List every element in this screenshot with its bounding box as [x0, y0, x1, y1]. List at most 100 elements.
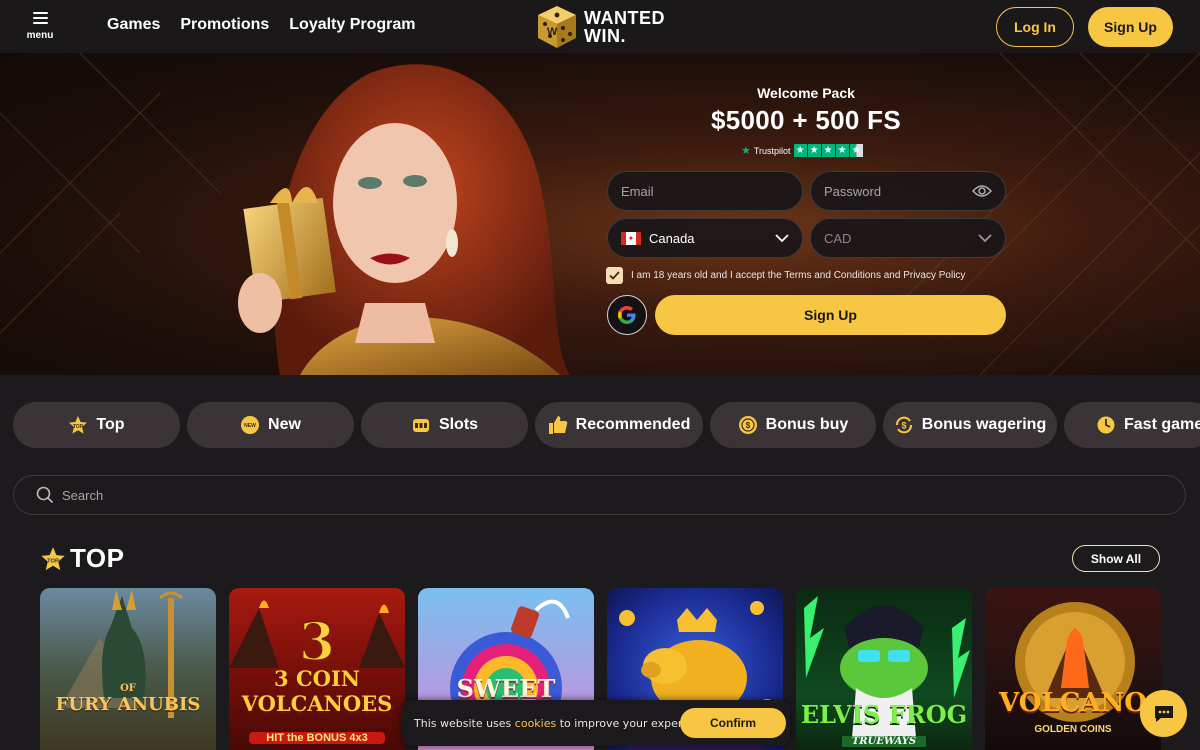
canada-flag-icon: ✦ — [621, 231, 641, 245]
star-icon: ★ — [793, 144, 807, 157]
google-signin-button[interactable] — [607, 295, 647, 335]
search-icon — [36, 486, 54, 504]
wagering-icon: $ — [894, 415, 914, 435]
menu-button[interactable]: menu — [22, 10, 58, 44]
category-new[interactable]: NEW New — [187, 402, 354, 448]
game-subtitle: TRUEWAYS — [842, 736, 926, 747]
category-label: New — [268, 416, 301, 433]
logo[interactable]: W WANTED WIN. — [536, 4, 665, 50]
currency-value: CAD — [824, 230, 852, 246]
category-pills: TOP Top NEW New Slots Recommended $ Bonu… — [13, 402, 1200, 448]
half-star-icon: ★ — [849, 144, 863, 157]
chevron-down-icon — [978, 234, 992, 242]
password-placeholder: Password — [824, 183, 882, 199]
game-title-text: FURY ANUBIS — [55, 694, 201, 715]
chat-button[interactable] — [1140, 690, 1187, 737]
trustpilot-stars: ★ ★ ★ ★ ★ — [793, 144, 863, 157]
email-placeholder: Email — [621, 183, 654, 199]
nav-promotions[interactable]: Promotions — [180, 16, 269, 34]
hero-background-pattern — [0, 53, 1200, 375]
terms-row: I am 18 years old and I accept the Terms… — [606, 267, 965, 284]
nav-games[interactable]: Games — [107, 16, 160, 34]
trustpilot-label: Trustpilot — [753, 145, 791, 156]
clock-icon — [1096, 415, 1116, 435]
country-value: Canada — [649, 230, 695, 246]
chat-bubble-icon — [1154, 705, 1173, 722]
category-slots[interactable]: Slots — [361, 402, 528, 448]
page: menu Games Promotions Loyalty Program W … — [0, 0, 1200, 750]
star-icon: ★ — [807, 144, 821, 157]
currency-select[interactable]: CAD — [810, 218, 1006, 258]
game-subtitle: GOLDEN COINS — [1034, 724, 1112, 735]
email-field[interactable]: Email — [607, 171, 803, 211]
section-title-top: TOP TOP — [40, 543, 124, 574]
welcome-pack-amount: $5000 + 500 FS — [711, 105, 901, 135]
category-bonus-wagering[interactable]: $ Bonus wagering — [883, 402, 1057, 448]
svg-text:W: W — [547, 26, 558, 38]
top-badge-icon: TOP — [41, 546, 65, 570]
search-input[interactable]: Search — [13, 475, 1186, 515]
game-card[interactable]: VOLCANO GOLDEN COINS — [985, 588, 1161, 750]
cookie-text-before: This website uses — [414, 716, 515, 730]
cookie-confirm-button[interactable]: Confirm — [680, 708, 786, 738]
cookie-text: This website uses cookies to improve you… — [414, 717, 716, 730]
game-title-text: 3 COIN VOLCANOES — [241, 666, 393, 716]
hero-signup-button[interactable]: Sign Up — [655, 295, 1006, 335]
thumbs-up-icon — [548, 415, 568, 435]
category-label: Recommended — [575, 416, 691, 433]
category-fast-games[interactable]: Fast games — [1064, 402, 1200, 448]
new-icon: NEW — [240, 415, 260, 435]
header-signup-button[interactable]: Sign Up — [1088, 7, 1173, 47]
svg-text:3: 3 — [299, 612, 335, 673]
show-all-button[interactable]: Show All — [1072, 545, 1160, 572]
game-subtitle: HIT the BONUS 4x3 — [249, 732, 385, 744]
cookie-banner: This website uses cookies to improve you… — [402, 700, 790, 746]
main-nav: Games Promotions Loyalty Program — [107, 16, 416, 34]
search-placeholder: Search — [62, 487, 104, 503]
hero-banner: Welcome Pack $5000 + 500 FS ★ Trustpilot… — [0, 53, 1200, 375]
eye-icon[interactable] — [972, 184, 992, 198]
category-label: Bonus wagering — [921, 416, 1047, 433]
terms-checkbox[interactable] — [606, 267, 623, 284]
category-recommended[interactable]: Recommended — [535, 402, 703, 448]
game-title-text: ELVIS FROG — [800, 700, 968, 729]
login-button[interactable]: Log In — [996, 7, 1074, 47]
section-title-text: TOP — [70, 543, 125, 573]
svg-text:NEW: NEW — [244, 423, 256, 429]
cookies-link[interactable]: cookies — [515, 717, 556, 730]
logo-line-2: WIN. — [584, 26, 626, 46]
hero-woman-image — [238, 64, 570, 375]
category-bonus-buy[interactable]: $ Bonus buy — [710, 402, 876, 448]
nav-loyalty-program[interactable]: Loyalty Program — [289, 16, 415, 34]
country-value-wrap: ✦ Canada — [621, 231, 695, 246]
game-card[interactable]: ELVIS FROG TRUEWAYS — [796, 588, 972, 750]
star-icon: ★ — [835, 144, 849, 157]
game-subtitle: OF — [120, 683, 136, 694]
header: menu Games Promotions Loyalty Program W … — [0, 0, 1200, 53]
welcome-pack-label: Welcome Pack — [757, 85, 855, 101]
game-card[interactable]: 3 3 COIN VOLCANOES HIT the BONUS 4x3 — [229, 588, 405, 750]
terms-text: I am 18 years old and I accept the Terms… — [631, 270, 966, 281]
logo-line-1: WANTED — [584, 8, 665, 28]
password-field[interactable]: Password — [810, 171, 1006, 211]
svg-text:$: $ — [745, 421, 750, 430]
slots-icon — [411, 415, 431, 435]
top-icon: TOP — [68, 415, 88, 435]
category-label: Slots — [438, 416, 479, 433]
google-icon — [618, 306, 636, 324]
logo-text: WANTED WIN. — [584, 9, 665, 45]
category-top[interactable]: TOP Top — [13, 402, 180, 448]
trustpilot-rating[interactable]: ★ Trustpilot ★ ★ ★ ★ ★ — [741, 144, 863, 157]
coin-icon: $ — [738, 415, 758, 435]
dice-logo-icon: W — [538, 6, 576, 48]
menu-label: menu — [26, 30, 54, 41]
game-title: OF FURY ANUBIS — [40, 683, 216, 715]
game-title-text: SWEET — [456, 674, 556, 703]
game-title-text: VOLCANO — [999, 688, 1147, 718]
country-select[interactable]: ✦ Canada — [607, 218, 803, 258]
checkmark-icon — [609, 271, 620, 280]
category-label: Top — [96, 416, 125, 433]
hamburger-icon — [32, 12, 48, 24]
svg-text:$: $ — [901, 421, 906, 431]
game-card[interactable]: OF FURY ANUBIS — [40, 588, 216, 750]
